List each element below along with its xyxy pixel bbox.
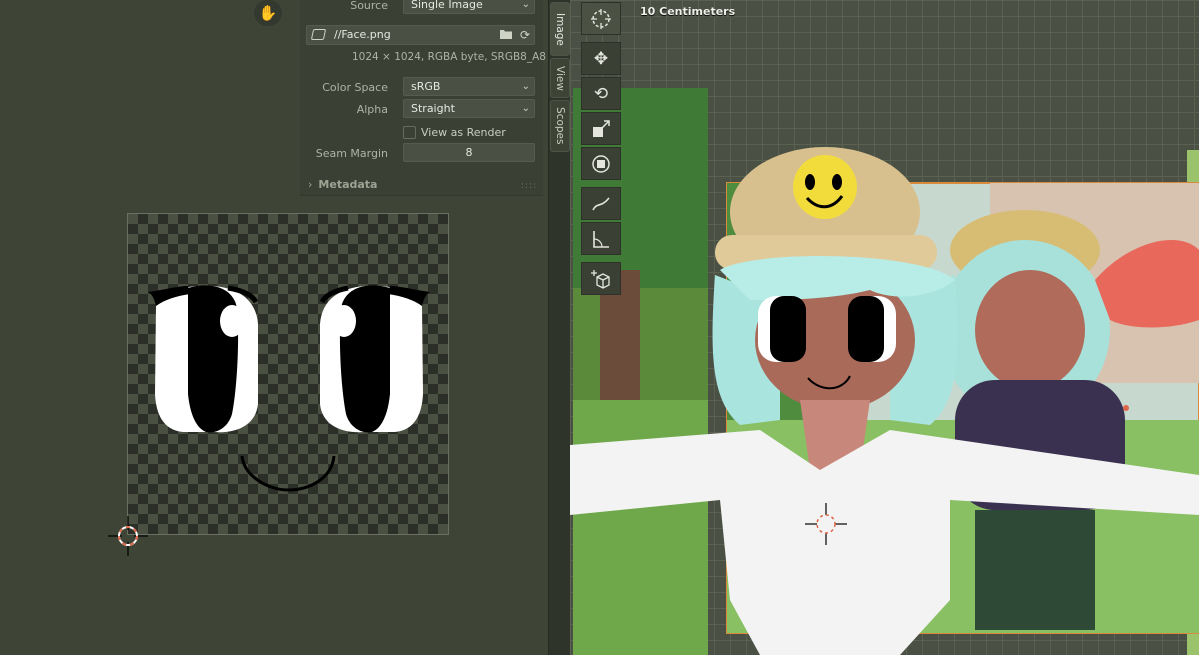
view-as-render-label: View as Render (421, 125, 506, 139)
tab-scopes-label: Scopes (554, 107, 566, 145)
alpha-value: Straight (411, 102, 455, 115)
seam-margin-row: Seam Margin 8 (300, 143, 543, 163)
color-space-dropdown[interactable]: sRGB ⌄ (403, 77, 535, 96)
move-tool-button[interactable]: ✥ (581, 42, 621, 75)
add-cube-tool-button[interactable] (581, 262, 621, 295)
transform-icon (592, 154, 610, 173)
tab-view-label: View (554, 65, 566, 91)
alpha-dropdown[interactable]: Straight ⌄ (403, 99, 535, 118)
scale-tool-button[interactable] (581, 112, 621, 145)
move-icon: ✥ (593, 48, 609, 69)
cursor-tool-button[interactable] (581, 2, 621, 35)
reload-icon[interactable]: ⟳ (517, 28, 533, 42)
character-scene (570, 88, 1199, 655)
annotate-icon (592, 196, 610, 210)
color-space-row: Color Space sRGB ⌄ (300, 77, 543, 97)
hand-icon: ✋ (258, 4, 278, 22)
image-editor[interactable]: ✋ Source Single Image ⌄ //Face.png ⟳ 102… (0, 0, 548, 655)
image-file-field[interactable]: //Face.png ⟳ (306, 25, 535, 45)
3d-cursor-icon[interactable] (108, 516, 148, 556)
seam-margin-label: Seam Margin (315, 146, 388, 160)
face-texture-preview[interactable] (127, 213, 449, 535)
add-cube-icon (591, 269, 610, 289)
measure-icon (593, 230, 609, 248)
rotate-tool-button[interactable]: ⟲ (581, 77, 621, 110)
chevron-down-icon: ⌄ (521, 0, 530, 10)
source-row: Source Single Image ⌄ (300, 0, 543, 15)
file-name: //Face.png (334, 28, 391, 41)
alpha-row: Alpha Straight ⌄ (300, 99, 543, 119)
sidebar-tabs: Image View Scopes (548, 0, 570, 655)
alpha-label: Alpha (356, 102, 388, 116)
checkbox-box[interactable] (403, 125, 416, 139)
viewport-toolbar: ✥ ⟲ (581, 0, 621, 300)
tab-scopes[interactable]: Scopes (550, 100, 570, 152)
drag-grip-icon[interactable]: :::: (521, 181, 537, 191)
folder-icon[interactable] (498, 28, 514, 42)
scale-icon (593, 119, 610, 137)
measure-tool-button[interactable] (581, 222, 621, 255)
face-texture-image (148, 285, 430, 492)
grid-scale-label: 10 Centimeters (640, 5, 736, 18)
cursor-tool-icon (591, 8, 611, 29)
image-info-text: 1024 × 1024, RGBA byte, SRGB8_A8 (352, 51, 546, 63)
image-icon (310, 29, 327, 40)
transform-tool-button[interactable] (581, 147, 621, 180)
source-label: Source (350, 0, 388, 12)
annotate-tool-button[interactable] (581, 187, 621, 220)
metadata-subpanel-header[interactable]: › Metadata (308, 178, 377, 191)
view-as-render-checkbox[interactable]: View as Render (403, 124, 506, 140)
tab-image[interactable]: Image (550, 2, 570, 56)
source-value: Single Image (411, 0, 483, 11)
chevron-down-icon: ⌄ (521, 81, 530, 92)
seam-margin-field[interactable]: 8 (403, 143, 535, 162)
3d-viewport[interactable]: 10 Centimeters ✥ ⟲ (570, 0, 1199, 655)
chevron-right-icon: › (308, 178, 313, 191)
rotate-icon: ⟲ (593, 83, 609, 104)
tab-image-label: Image (554, 12, 566, 46)
chevron-down-icon: ⌄ (521, 103, 530, 114)
source-dropdown[interactable]: Single Image ⌄ (403, 0, 535, 14)
color-space-label: Color Space (322, 80, 388, 94)
metadata-label: Metadata (318, 178, 378, 191)
image-properties-panel: Source Single Image ⌄ //Face.png ⟳ 1024 … (300, 0, 546, 196)
blender-window: ✋ Source Single Image ⌄ //Face.png ⟳ 102… (0, 0, 1199, 655)
pan-hand-button[interactable]: ✋ (254, 0, 282, 26)
color-space-value: sRGB (411, 80, 441, 93)
tab-view[interactable]: View (550, 58, 570, 98)
